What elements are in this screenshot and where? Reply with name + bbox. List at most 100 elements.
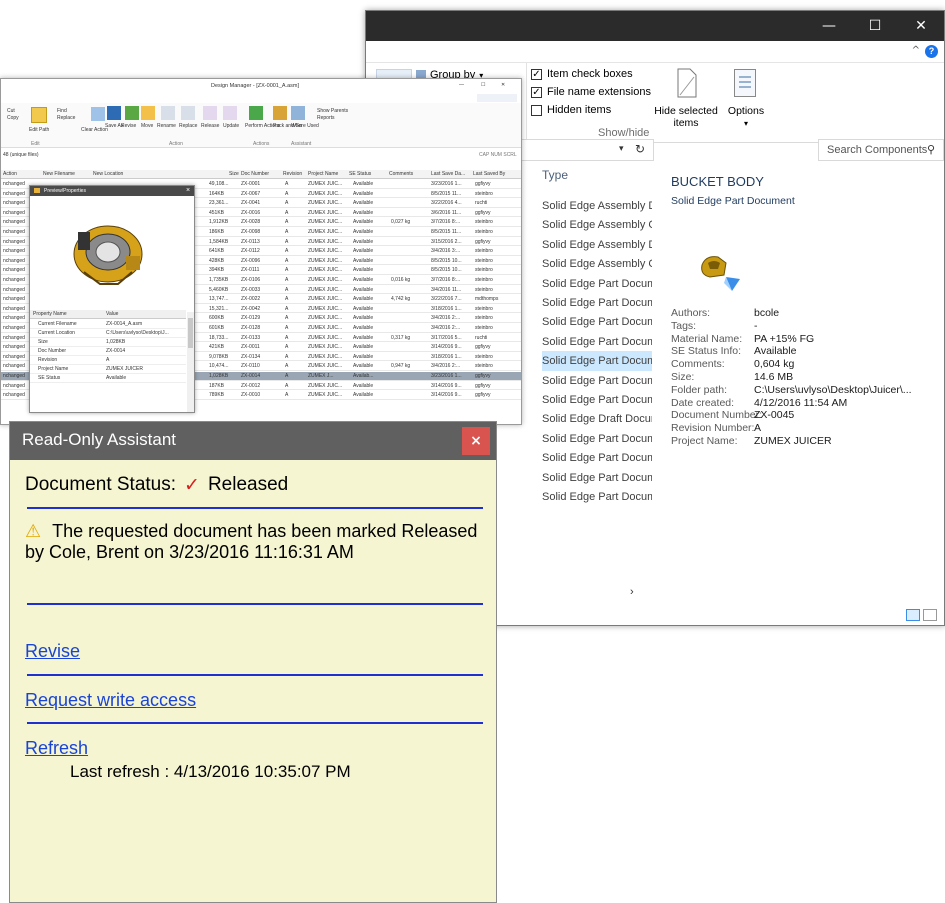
- col-last-saved-by[interactable]: Last Saved By: [473, 171, 505, 177]
- request-write-access-link[interactable]: Request write access: [25, 690, 196, 711]
- show-parents-button[interactable]: Show Parents: [317, 108, 348, 114]
- rename-button[interactable]: Rename: [157, 123, 176, 129]
- type-list-item[interactable]: Solid Edge Draft Docum: [542, 409, 652, 429]
- property-value[interactable]: C:\Users\uvlyso\Desktop\Juicer\...: [754, 384, 912, 396]
- revise-link[interactable]: Revise: [25, 641, 80, 662]
- close-button[interactable]: ✕: [501, 82, 505, 88]
- type-list-item[interactable]: Solid Edge Assembly Dc: [542, 196, 652, 216]
- type-list-item[interactable]: Solid Edge Assembly Cc: [542, 215, 652, 235]
- col-last-save-date[interactable]: Last Save Da...: [431, 171, 465, 177]
- preview-property-row[interactable]: Current Location C:\Users\uvlyso\Desktop\…: [30, 329, 186, 338]
- col-doc-number[interactable]: Doc Number: [241, 171, 269, 177]
- copy-button[interactable]: Copy: [7, 115, 19, 121]
- clear-action-icon[interactable]: [91, 107, 105, 121]
- property-value[interactable]: PA +15% FG: [754, 333, 814, 345]
- find-button[interactable]: Find: [57, 108, 67, 114]
- type-list-item[interactable]: Solid Edge Part Docume: [542, 487, 652, 507]
- col-size[interactable]: Size: [229, 171, 239, 177]
- property-value[interactable]: bcole: [754, 307, 779, 319]
- preview-property-row[interactable]: Size 1,028KB: [30, 338, 186, 347]
- preview-property-row[interactable]: Current Filename ZX-0014_A.asm: [30, 320, 186, 329]
- type-list-item[interactable]: Solid Edge Part Docume: [542, 351, 652, 372]
- pack-and-go-icon[interactable]: [273, 106, 287, 120]
- type-list-item[interactable]: Solid Edge Part Docume: [542, 312, 652, 332]
- rename-icon[interactable]: [161, 106, 175, 120]
- preview-property-row[interactable]: Revision A: [30, 356, 186, 365]
- paste-icon[interactable]: [31, 107, 47, 123]
- search-box[interactable]: Search Components ⚲: [818, 139, 944, 161]
- reports-button[interactable]: Reports: [317, 115, 335, 121]
- scroll-right-icon[interactable]: ›: [630, 586, 634, 598]
- chevron-up-icon[interactable]: ^: [912, 45, 920, 56]
- clear-action-button[interactable]: Clear Action: [81, 127, 108, 133]
- file-name-extensions-toggle[interactable]: ✓ File name extensions: [531, 86, 651, 98]
- release-button[interactable]: Release: [201, 123, 219, 129]
- hidden-items-toggle[interactable]: Hidden items: [531, 104, 611, 116]
- update-button[interactable]: Update: [223, 123, 239, 129]
- property-value[interactable]: -: [754, 320, 758, 332]
- replace-icon[interactable]: [181, 106, 195, 120]
- type-column-header[interactable]: Type: [542, 168, 568, 182]
- chevron-down-icon[interactable]: ▾: [619, 144, 624, 154]
- help-icon[interactable]: ?: [925, 45, 938, 58]
- close-button[interactable]: ✕: [898, 11, 944, 41]
- col-new-location[interactable]: New Location: [93, 171, 123, 177]
- save-as-icon[interactable]: [107, 106, 121, 120]
- edit-path-button[interactable]: Edit Path: [29, 127, 49, 133]
- maximize-button[interactable]: ☐: [852, 11, 898, 41]
- type-list-item[interactable]: Solid Edge Part Docume: [542, 468, 652, 488]
- type-list-item[interactable]: Solid Edge Part Docume: [542, 448, 652, 468]
- property-value[interactable]: A: [754, 422, 761, 434]
- type-list-item[interactable]: Solid Edge Part Docume: [542, 390, 652, 410]
- property-value[interactable]: 0,604 kg: [754, 358, 794, 370]
- options-button[interactable]: Options ▾: [721, 105, 771, 130]
- col-project-name[interactable]: Project Name: [308, 171, 338, 177]
- type-list-item[interactable]: Solid Edge Part Docume: [542, 332, 652, 352]
- type-list-item[interactable]: Solid Edge Part Docume: [542, 274, 652, 294]
- col-action[interactable]: Action: [3, 171, 17, 177]
- perform-actions-icon[interactable]: [249, 106, 263, 120]
- minimize-button[interactable]: —: [806, 11, 852, 41]
- where-used-icon[interactable]: [291, 106, 305, 120]
- move-button[interactable]: Move: [141, 123, 153, 129]
- preview-properties-table: Property Name Value Current Filename ZX-0…: [30, 310, 186, 410]
- item-check-boxes-toggle[interactable]: ✓ Item check boxes: [531, 68, 633, 80]
- property-value[interactable]: ZX-0045: [754, 409, 794, 421]
- details-view-icon[interactable]: [906, 609, 920, 621]
- property-value[interactable]: 14.6 MB: [754, 371, 793, 383]
- move-icon[interactable]: [141, 106, 155, 120]
- revise-button[interactable]: Revise: [121, 123, 136, 129]
- revise-icon[interactable]: [125, 106, 139, 120]
- close-button[interactable]: ×: [462, 427, 490, 455]
- replace-text-button[interactable]: Replace: [57, 115, 75, 121]
- replace-button[interactable]: Replace: [179, 123, 197, 129]
- type-list-item[interactable]: Solid Edge Part Docume: [542, 371, 652, 391]
- type-list-item[interactable]: Solid Edge Assembly Cc: [542, 254, 652, 274]
- col-new-filename[interactable]: New Filename: [43, 171, 75, 177]
- preview-property-row[interactable]: Doc Number ZX-0014: [30, 347, 186, 356]
- col-comments[interactable]: Comments: [389, 171, 413, 177]
- col-se-status[interactable]: SE Status: [349, 171, 371, 177]
- large-icons-view-icon[interactable]: [923, 609, 937, 621]
- hide-selected-items-button[interactable]: Hide selected items: [651, 105, 721, 129]
- property-value[interactable]: Available: [754, 345, 796, 357]
- release-icon[interactable]: [203, 106, 217, 120]
- property-value[interactable]: ZUMEX JUICER: [754, 435, 832, 447]
- preview-property-row[interactable]: SE Status Available: [30, 374, 186, 383]
- col-revision[interactable]: Revision: [283, 171, 302, 177]
- close-icon[interactable]: ×: [186, 187, 190, 194]
- scrollbar-thumb[interactable]: [188, 318, 193, 348]
- where-used-button[interactable]: Where Used: [291, 123, 319, 129]
- refresh-icon[interactable]: ↻: [635, 142, 645, 156]
- update-icon[interactable]: [223, 106, 237, 120]
- refresh-link[interactable]: Refresh: [25, 738, 88, 759]
- cut-button[interactable]: Cut: [7, 108, 15, 114]
- minimize-button[interactable]: —: [459, 82, 464, 88]
- maximize-button[interactable]: ☐: [481, 82, 485, 88]
- type-list-item[interactable]: Solid Edge Assembly Dc: [542, 235, 652, 255]
- preview-property-row[interactable]: Project Name ZUMEX JUICER: [30, 365, 186, 374]
- type-list-item[interactable]: Solid Edge Part Docume: [542, 293, 652, 313]
- property-value[interactable]: 4/12/2016 11:54 AM: [754, 397, 847, 409]
- type-list-item[interactable]: Solid Edge Part Docume: [542, 429, 652, 449]
- preview-scrollbar[interactable]: [187, 312, 194, 412]
